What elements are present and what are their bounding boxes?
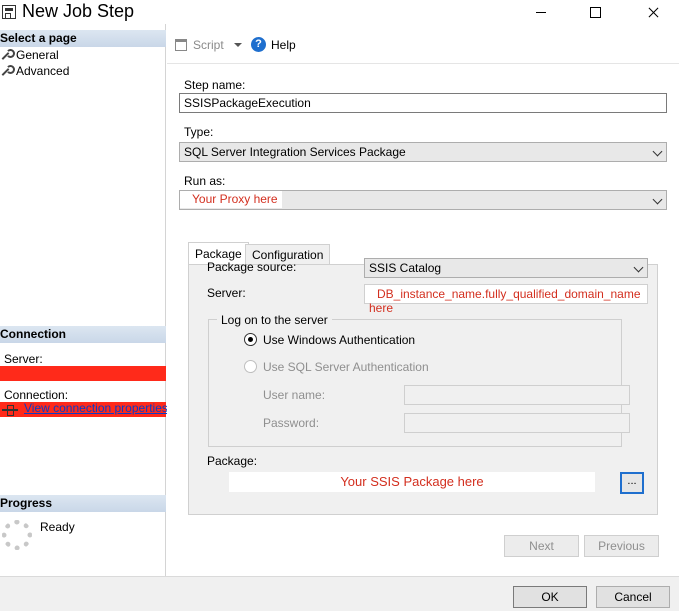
package-overlay[interactable]: Your SSIS Package here [229, 472, 595, 492]
sidebar-item-label: General [16, 48, 59, 62]
type-select-value: SQL Server Integration Services Package [184, 145, 406, 159]
script-button[interactable]: Script [193, 38, 224, 52]
minimize-button[interactable] [518, 0, 564, 24]
step-name-label: Step name: [184, 78, 246, 92]
browse-package-button[interactable]: ... [620, 472, 644, 494]
close-button[interactable] [630, 0, 676, 24]
windows-auth-label: Use Windows Authentication [263, 333, 416, 347]
title-bar: New Job Step [0, 0, 679, 24]
left-panel: Select a page General Advanced Connectio… [0, 24, 166, 576]
package-server-label: Server: [207, 286, 246, 300]
help-icon[interactable]: ? [251, 37, 266, 52]
app-icon [2, 5, 16, 19]
progress-status: Ready [40, 520, 75, 534]
run-as-label: Run as: [184, 174, 226, 188]
package-source-label: Package source: [207, 260, 297, 274]
username-input[interactable] [404, 385, 630, 405]
type-label: Type: [184, 125, 214, 139]
chevron-down-icon [633, 262, 644, 273]
progress-header: Progress [0, 495, 166, 512]
sql-auth-radio[interactable] [244, 360, 257, 373]
next-button[interactable]: Next [504, 535, 579, 557]
sql-auth-label: Use SQL Server Authentication [263, 360, 429, 374]
script-icon [175, 39, 187, 51]
ok-button[interactable]: OK [513, 586, 587, 608]
wrench-icon [0, 49, 15, 61]
view-connection-properties-link[interactable]: View connection properties [24, 401, 168, 415]
package-source-select[interactable]: SSIS Catalog [364, 258, 648, 278]
sidebar-item-label: Advanced [16, 64, 70, 78]
previous-button[interactable]: Previous [584, 535, 659, 557]
script-dropdown-icon[interactable] [234, 43, 242, 47]
progress-spinner-icon [2, 520, 32, 550]
connection-label: Connection: [4, 388, 69, 402]
username-label: User name: [263, 388, 326, 402]
sidebar-item-general[interactable]: General [0, 48, 59, 62]
chevron-down-icon [652, 194, 663, 205]
run-as-proxy-overlay: Your Proxy here [180, 191, 282, 208]
help-button[interactable]: Help [271, 38, 296, 52]
main-panel: Step name: SSISPackageExecution Type: SQ… [167, 64, 679, 576]
step-name-input[interactable]: SSISPackageExecution [179, 93, 667, 113]
logon-legend: Log on to the server [217, 313, 332, 327]
select-page-header: Select a page [0, 30, 166, 47]
window-title: New Job Step [22, 1, 135, 21]
package-server-input[interactable]: DB_instance_name.fully_qualified_domain_… [364, 284, 648, 315]
connection-properties-icon [2, 404, 18, 416]
dialog-footer: OK Cancel [0, 576, 679, 611]
connection-header: Connection [0, 326, 166, 343]
cancel-button[interactable]: Cancel [596, 586, 670, 608]
maximize-button[interactable] [572, 0, 618, 24]
password-label: Password: [263, 416, 320, 430]
server-label: Server: [4, 352, 43, 366]
wrench-icon [0, 65, 15, 77]
chevron-down-icon [652, 146, 663, 157]
package-source-value: SSIS Catalog [369, 261, 442, 275]
windows-auth-radio[interactable] [244, 333, 257, 346]
package-label: Package: [207, 454, 258, 468]
password-input[interactable] [404, 413, 630, 433]
type-select[interactable]: SQL Server Integration Services Package [179, 142, 667, 162]
toolbar: Script ? Help [167, 24, 679, 64]
sidebar-item-advanced[interactable]: Advanced [0, 64, 69, 78]
server-redaction [0, 366, 166, 381]
